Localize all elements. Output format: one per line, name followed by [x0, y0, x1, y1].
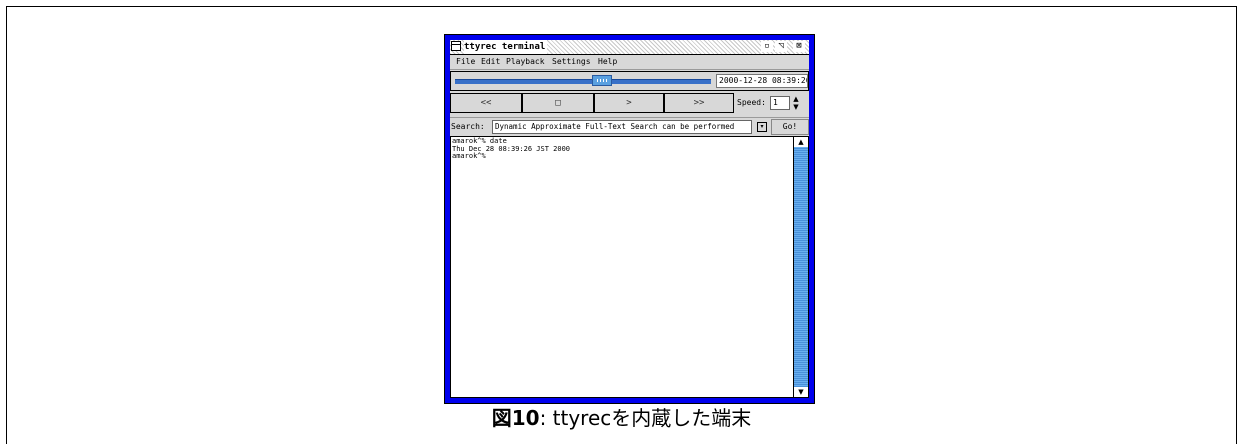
playback-controls: << □ > >> Speed: 1 ▲ ▼ — [450, 93, 809, 115]
vertical-scrollbar[interactable]: ▲ ▼ — [793, 137, 808, 397]
maximize-icon[interactable]: ◹ — [775, 41, 787, 52]
menu-playback[interactable]: Playback — [506, 55, 545, 69]
seek-row: 2000-12-28 08:39:26 — [450, 71, 809, 91]
scroll-down-icon[interactable]: ▼ — [794, 387, 808, 397]
terminal-line: amarok^% — [452, 152, 486, 160]
menu-help[interactable]: Help — [598, 55, 617, 69]
timestamp-field[interactable]: 2000-12-28 08:39:26 — [716, 74, 808, 88]
title-bar[interactable]: ttyrec terminal ▫ ◹ ⊠ — [450, 40, 809, 55]
seek-slider[interactable] — [455, 79, 711, 84]
speed-label: Speed: — [737, 98, 766, 107]
scroll-up-icon[interactable]: ▲ — [794, 137, 808, 147]
stop-button[interactable]: □ — [522, 93, 594, 113]
menu-file[interactable]: File — [456, 55, 475, 69]
minimize-icon[interactable]: ▫ — [761, 41, 773, 52]
caption-text: : ttyrecを内蔵した端末 — [539, 406, 752, 430]
play-button[interactable]: > — [594, 93, 664, 113]
fast-forward-button[interactable]: >> — [664, 93, 734, 113]
close-icon[interactable]: ⊠ — [793, 41, 805, 52]
search-dropdown-icon[interactable]: ▾ — [757, 122, 767, 132]
menu-edit[interactable]: Edit — [481, 55, 500, 69]
terminal-output: amarok^% date Thu Dec 28 08:39:26 JST 20… — [452, 137, 792, 397]
menu-bar: File Edit Playback Settings Help — [450, 55, 809, 70]
ttyrec-window: ttyrec terminal ▫ ◹ ⊠ File Edit Playback… — [444, 34, 815, 404]
seek-slider-thumb[interactable] — [591, 75, 612, 86]
terminal-line: Thu Dec 28 08:39:26 JST 2000 — [452, 144, 571, 153]
menu-settings[interactable]: Settings — [552, 55, 591, 69]
window-title: ttyrec terminal — [464, 40, 548, 54]
window-menu-icon[interactable] — [451, 41, 461, 51]
window-body: ttyrec terminal ▫ ◹ ⊠ File Edit Playback… — [450, 40, 809, 398]
search-input[interactable]: Dynamic Approximate Full-Text Search can… — [492, 120, 752, 134]
figure-caption: 図10: ttyrecを内蔵した端末 — [0, 406, 1243, 430]
figure-number: 図10 — [491, 406, 540, 430]
rewind-button[interactable]: << — [450, 93, 522, 113]
speed-spinner-icon[interactable]: ▲ ▼ — [792, 95, 800, 111]
search-label: Search: — [451, 122, 485, 131]
go-button[interactable]: Go! — [771, 119, 809, 135]
terminal-area[interactable]: amarok^% date Thu Dec 28 08:39:26 JST 20… — [450, 136, 809, 398]
search-row: Search: Dynamic Approximate Full-Text Se… — [450, 117, 809, 136]
speed-input[interactable]: 1 — [770, 96, 790, 110]
